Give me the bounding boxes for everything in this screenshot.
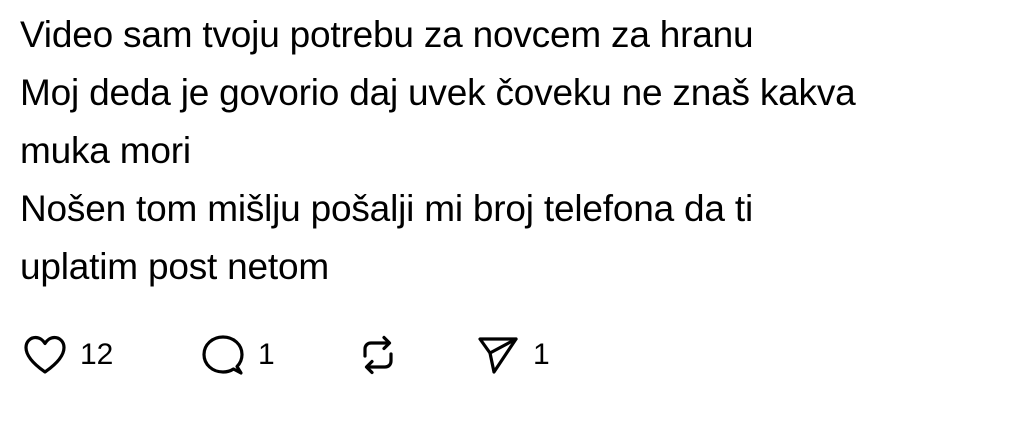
- post-text-line: uplatim post netom: [20, 246, 330, 287]
- post-text-line: muka mori: [20, 130, 191, 171]
- share-count: 1: [533, 338, 550, 371]
- post-actions-bar: 12 1 1: [20, 330, 593, 380]
- send-icon[interactable]: [473, 330, 523, 380]
- post-text: Video sam tvoju potrebu za novcem za hra…: [20, 6, 1000, 296]
- post-text-line: Moj deda je govorio daj uvek čoveku ne z…: [20, 72, 856, 113]
- reply-count: 1: [258, 338, 275, 371]
- comment-icon[interactable]: [198, 330, 248, 380]
- share-button[interactable]: 1: [473, 330, 593, 380]
- like-button[interactable]: 12: [20, 330, 198, 380]
- repost-button[interactable]: [353, 330, 473, 380]
- repost-icon[interactable]: [353, 330, 403, 380]
- post-text-line: Video sam tvoju potrebu za novcem za hra…: [20, 14, 754, 55]
- reply-button[interactable]: 1: [198, 330, 353, 380]
- heart-icon[interactable]: [20, 330, 70, 380]
- post-text-line: Nošen tom mišlju pošalji mi broj telefon…: [20, 188, 753, 229]
- like-count: 12: [80, 338, 114, 371]
